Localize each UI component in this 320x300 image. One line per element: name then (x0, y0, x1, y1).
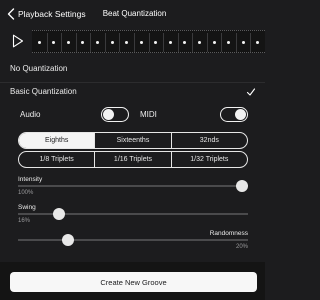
note-value-group-triplets: 1/8 Triplets 1/16 Triplets 1/32 Triplets (18, 151, 248, 168)
create-new-groove-button[interactable]: Create New Groove (10, 272, 257, 292)
pattern-step-dot[interactable] (154, 41, 157, 44)
option-basic-quantization[interactable]: Basic Quantization (0, 83, 265, 105)
pattern-step-dot[interactable] (81, 41, 84, 44)
play-icon (12, 34, 24, 48)
swing-label: Swing (18, 204, 36, 211)
pattern-step-dot[interactable] (38, 41, 41, 44)
bottom-bar: Create New Groove (0, 262, 265, 300)
intensity-label: Intensity (18, 176, 43, 183)
pattern-step-divider (134, 33, 135, 52)
randomness-slider-track[interactable] (18, 239, 248, 241)
option-no-quantization-label: No Quantization (10, 64, 68, 73)
pattern-step-divider (76, 33, 77, 52)
nav-bar: Playback Settings Beat Quantization (0, 0, 265, 26)
pattern-step-dot[interactable] (242, 41, 245, 44)
audio-toggle[interactable] (101, 107, 129, 122)
pattern-preview (0, 26, 265, 54)
pattern-step-divider (47, 33, 48, 52)
pattern-step-dot[interactable] (169, 41, 172, 44)
pattern-step-divider (250, 33, 251, 52)
segment-32nds[interactable]: 32nds (172, 133, 247, 148)
pattern-step-dot[interactable] (140, 41, 143, 44)
pattern-strip[interactable] (32, 30, 265, 53)
midi-toggle-label: MIDI (140, 110, 157, 119)
intensity-slider-track[interactable] (18, 185, 248, 187)
option-no-quantization[interactable]: No Quantization (0, 59, 265, 81)
pattern-step-divider (149, 33, 150, 52)
pattern-step-dot[interactable] (213, 41, 216, 44)
checkmark-icon (246, 88, 256, 96)
pattern-step-divider (61, 33, 62, 52)
pattern-step-dot[interactable] (256, 41, 259, 44)
segment-1-32-triplets[interactable]: 1/32 Triplets (172, 152, 247, 167)
pattern-step-dot[interactable] (52, 41, 55, 44)
note-value-group-straight: Eighths Sixteenths 32nds (18, 132, 248, 149)
intensity-slider-thumb[interactable] (236, 180, 248, 192)
midi-toggle[interactable] (220, 107, 248, 122)
pattern-step-divider (119, 33, 120, 52)
pattern-step-divider (178, 33, 179, 52)
segment-1-16-triplets[interactable]: 1/16 Triplets (95, 152, 172, 167)
randomness-label: Randomness (209, 230, 248, 237)
pattern-step-dot[interactable] (227, 41, 230, 44)
pattern-step-divider (207, 33, 208, 52)
pattern-step-dot[interactable] (67, 41, 70, 44)
segment-eighths[interactable]: Eighths (19, 133, 96, 148)
toggle-knob (103, 109, 114, 120)
randomness-slider-thumb[interactable] (62, 234, 74, 246)
swing-value: 16% (18, 218, 31, 224)
pattern-step-divider (221, 33, 222, 52)
option-basic-quantization-label: Basic Quantization (10, 87, 77, 96)
pattern-step-divider (105, 33, 106, 52)
toggle-row: Audio MIDI (0, 107, 265, 123)
pattern-step-divider (236, 33, 237, 52)
pattern-step-divider (192, 33, 193, 52)
play-button[interactable] (12, 34, 24, 48)
pattern-step-dot[interactable] (198, 41, 201, 44)
audio-toggle-label: Audio (20, 110, 41, 119)
pattern-step-dot[interactable] (111, 41, 114, 44)
segment-sixteenths[interactable]: Sixteenths (95, 133, 172, 148)
pattern-step-dot[interactable] (96, 41, 99, 44)
pattern-step-dot[interactable] (183, 41, 186, 44)
pattern-step-divider (90, 33, 91, 52)
swing-slider-thumb[interactable] (53, 208, 65, 220)
pattern-step-dot[interactable] (125, 41, 128, 44)
randomness-value: 20% (235, 244, 248, 250)
page-title: Beat Quantization (102, 9, 167, 18)
pattern-step-divider (163, 33, 164, 52)
intensity-value: 100% (18, 190, 34, 196)
toggle-knob (235, 109, 246, 120)
segment-1-8-triplets[interactable]: 1/8 Triplets (19, 152, 96, 167)
